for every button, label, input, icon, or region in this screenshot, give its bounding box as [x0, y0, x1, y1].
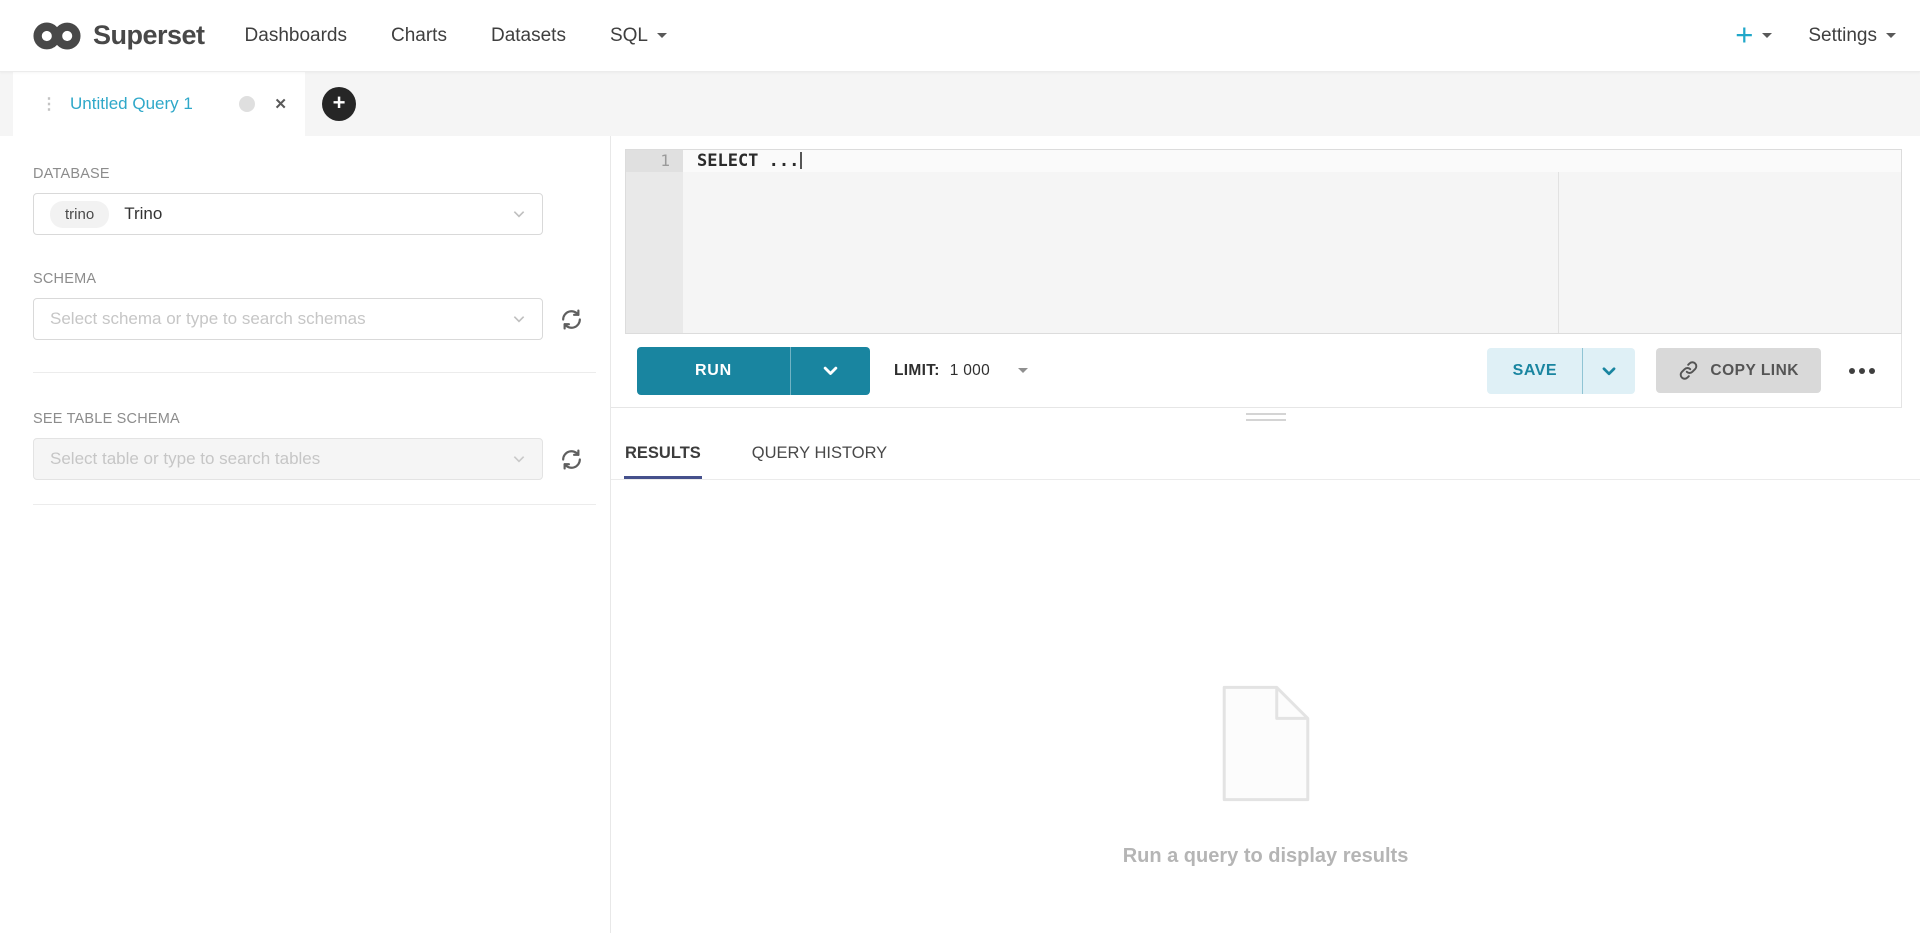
copy-link-label: COPY LINK: [1710, 362, 1799, 380]
nav-right: + Settings: [1735, 22, 1896, 50]
tab-label: Untitled Query 1: [70, 94, 226, 114]
pane-resize-handle[interactable]: [1246, 413, 1286, 421]
nav-item-charts[interactable]: Charts: [391, 25, 447, 47]
run-split-button: RUN: [637, 347, 870, 395]
nav-menu: Dashboards Charts Datasets SQL: [245, 25, 667, 47]
chevron-down-icon: [512, 207, 526, 221]
nav-item-dashboards[interactable]: Dashboards: [245, 25, 347, 47]
line-number: 1: [626, 150, 683, 172]
chevron-down-icon: [1600, 362, 1618, 380]
database-select[interactable]: trino Trino: [33, 193, 543, 235]
sql-lab-sidebar: DATABASE trino Trino SCHEMA Select schem…: [0, 136, 611, 933]
sql-editor-pane: 1 SELECT ... RUN LIMIT: 1 000 SAVE: [611, 136, 1920, 933]
tab-untitled-query[interactable]: ⋮ Untitled Query 1 ✕: [13, 72, 305, 136]
query-status-dot: [239, 96, 255, 112]
new-item-button[interactable]: +: [1735, 22, 1772, 50]
editor-gutter: 1: [626, 150, 683, 333]
refresh-schemas-icon[interactable]: [559, 307, 584, 332]
limit-dropdown[interactable]: LIMIT: 1 000: [894, 362, 1028, 380]
caret-down-icon: [657, 33, 667, 38]
chevron-down-icon: [512, 452, 526, 466]
active-line-highlight: [683, 150, 1901, 172]
save-split-button: SAVE: [1487, 348, 1635, 394]
schema-label: SCHEMA: [33, 271, 610, 287]
database-select-value: Trino: [124, 204, 162, 224]
run-button[interactable]: RUN: [637, 347, 790, 395]
limit-label: LIMIT:: [894, 362, 940, 380]
nav-item-sql[interactable]: SQL: [610, 25, 667, 47]
nav-item-sql-label: SQL: [610, 25, 648, 47]
superset-logo[interactable]: Superset: [33, 20, 205, 52]
nav-item-datasets[interactable]: Datasets: [491, 25, 566, 47]
database-engine-badge: trino: [50, 201, 109, 228]
settings-label: Settings: [1808, 25, 1877, 47]
database-label: DATABASE: [33, 166, 610, 182]
chevron-down-icon: [821, 361, 840, 380]
settings-menu[interactable]: Settings: [1808, 25, 1896, 47]
schema-select[interactable]: Select schema or type to search schemas: [33, 298, 543, 340]
sql-code-text: SELECT ...: [697, 151, 799, 171]
top-nav: Superset Dashboards Charts Datasets SQL …: [0, 0, 1920, 72]
more-options-icon[interactable]: [1847, 362, 1877, 380]
tab-query-history[interactable]: QUERY HISTORY: [751, 430, 888, 479]
table-select-placeholder: Select table or type to search tables: [50, 449, 320, 469]
chevron-down-icon: [512, 312, 526, 326]
caret-down-icon: [1886, 33, 1896, 38]
tab-results[interactable]: RESULTS: [624, 430, 702, 479]
close-tab-icon[interactable]: ✕: [274, 95, 287, 113]
table-schema-label: SEE TABLE SCHEMA: [33, 411, 610, 427]
save-button[interactable]: SAVE: [1487, 348, 1582, 394]
text-cursor: [800, 152, 802, 169]
run-options-button[interactable]: [790, 347, 870, 395]
results-tab-bar: RESULTS QUERY HISTORY: [611, 430, 1920, 480]
save-options-button[interactable]: [1582, 348, 1635, 394]
sql-code-line: SELECT ...: [697, 150, 802, 172]
drag-handle-icon[interactable]: ⋮: [41, 94, 57, 114]
query-tab-bar: ⋮ Untitled Query 1 ✕ +: [0, 72, 1920, 136]
editor-toolbar: RUN LIMIT: 1 000 SAVE: [611, 334, 1902, 408]
empty-document-icon: [1218, 685, 1314, 807]
results-panel: Run a query to display results: [611, 480, 1920, 933]
copy-link-button[interactable]: COPY LINK: [1656, 348, 1821, 393]
link-icon: [1678, 360, 1699, 381]
refresh-tables-icon[interactable]: [559, 447, 584, 472]
sidebar-divider: [33, 372, 596, 373]
empty-results-message: Run a query to display results: [1123, 845, 1409, 868]
limit-value: 1 000: [950, 362, 990, 380]
plus-icon: +: [1735, 19, 1753, 50]
caret-down-icon: [1762, 33, 1772, 38]
plus-circle-icon: +: [322, 87, 356, 121]
sql-code-editor[interactable]: 1 SELECT ...: [625, 149, 1902, 334]
caret-down-icon: [1018, 368, 1028, 373]
brand-name: Superset: [93, 20, 205, 51]
superset-infinity-icon: [33, 20, 81, 52]
table-select[interactable]: Select table or type to search tables: [33, 438, 543, 480]
schema-select-placeholder: Select schema or type to search schemas: [50, 309, 366, 329]
print-margin-line: [1558, 172, 1559, 333]
sidebar-divider: [33, 504, 596, 505]
sql-lab-workspace: DATABASE trino Trino SCHEMA Select schem…: [0, 136, 1920, 933]
add-tab-button[interactable]: +: [305, 72, 373, 136]
